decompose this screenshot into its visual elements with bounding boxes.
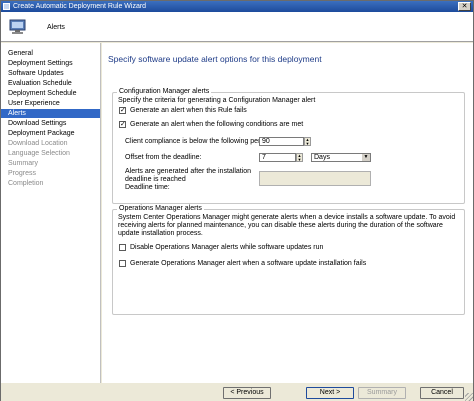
cm-alerts-group: Configuration Manager alerts Specify the… — [112, 88, 465, 204]
previous-button[interactable]: < Previous — [223, 387, 271, 399]
header-page-name: Alerts — [47, 24, 65, 31]
close-icon: ✕ — [461, 3, 468, 10]
nav-item-user-experience[interactable]: User Experience — [1, 99, 100, 108]
wizard-nav: General Deployment Settings Software Upd… — [1, 43, 101, 383]
deadline-time-label: Deadline time: — [125, 184, 170, 191]
generated-after-label: Alerts are generated after the installat… — [125, 168, 252, 183]
alert-rule-fails-checkbox[interactable]: ✓ — [119, 107, 126, 114]
alert-rule-fails-label: Generate an alert when this Rule fails — [130, 107, 247, 114]
om-alerts-legend: Operations Manager alerts — [117, 205, 204, 212]
window-title: Create Automatic Deployment Rule Wizard — [13, 3, 147, 10]
alert-conditions-checkbox[interactable]: ✓ — [119, 121, 126, 128]
disable-om-alerts-checkbox[interactable] — [119, 244, 126, 251]
nav-item-evaluation-schedule[interactable]: Evaluation Schedule — [1, 79, 100, 88]
generate-om-alert-label: Generate Operations Manager alert when a… — [130, 260, 367, 267]
offset-unit-value: Days — [314, 154, 330, 161]
nav-item-download-settings[interactable]: Download Settings — [1, 119, 100, 128]
nav-item-deployment-schedule[interactable]: Deployment Schedule — [1, 89, 100, 98]
offset-label: Offset from the deadline: — [125, 154, 202, 161]
wizard-content: Specify software update alert options fo… — [102, 43, 473, 383]
app-icon — [3, 3, 10, 10]
nav-item-general[interactable]: General — [1, 49, 100, 58]
next-button[interactable]: Next > — [306, 387, 354, 399]
title-bar: Create Automatic Deployment Rule Wizard … — [1, 1, 473, 12]
compliance-label: Client compliance is below the following… — [125, 138, 276, 145]
wizard-footer: < Previous Next > Summary Cancel — [1, 383, 473, 401]
om-description: System Center Operations Manager might g… — [118, 214, 456, 237]
computer-icon — [9, 19, 26, 34]
resize-grip[interactable] — [465, 393, 473, 401]
nav-item-progress: Progress — [8, 170, 37, 177]
generate-om-alert-checkbox[interactable] — [119, 260, 126, 267]
deadline-time-field — [259, 171, 371, 186]
nav-item-deployment-settings[interactable]: Deployment Settings — [1, 59, 100, 68]
compliance-spinner[interactable]: ▲ ▼ — [304, 137, 311, 146]
wizard-header: Alerts — [1, 12, 473, 42]
nav-item-alerts[interactable]: Alerts — [1, 109, 100, 118]
nav-item-download-location: Download Location — [8, 140, 68, 147]
summary-button: Summary — [358, 387, 406, 399]
page-title: Specify software update alert options fo… — [108, 54, 322, 64]
offset-spinner[interactable]: ▲ ▼ — [296, 153, 303, 162]
cm-description: Specify the criteria for generating a Co… — [118, 97, 316, 104]
check-icon: ✓ — [120, 121, 126, 128]
close-button[interactable]: ✕ — [458, 2, 471, 11]
cm-alerts-legend: Configuration Manager alerts — [117, 88, 212, 95]
disable-om-alerts-label: Disable Operations Manager alerts while … — [130, 244, 324, 251]
nav-item-deployment-package[interactable]: Deployment Package — [1, 129, 100, 138]
compliance-percent-input[interactable]: 90 — [259, 137, 304, 146]
nav-item-completion: Completion — [8, 180, 44, 187]
check-icon: ✓ — [120, 107, 126, 114]
wizard-window: Create Automatic Deployment Rule Wizard … — [0, 0, 474, 401]
nav-item-language-selection: Language Selection — [8, 150, 70, 157]
nav-item-software-updates[interactable]: Software Updates — [1, 69, 100, 78]
nav-item-summary: Summary — [8, 160, 38, 167]
alert-conditions-label: Generate an alert when the following con… — [130, 121, 304, 128]
offset-unit-select[interactable]: Days ▼ — [311, 153, 371, 162]
om-alerts-group: Operations Manager alerts System Center … — [112, 205, 465, 315]
cancel-button[interactable]: Cancel — [420, 387, 464, 399]
chevron-down-icon: ▼ — [362, 154, 370, 161]
offset-value-input[interactable]: 7 — [259, 153, 296, 162]
